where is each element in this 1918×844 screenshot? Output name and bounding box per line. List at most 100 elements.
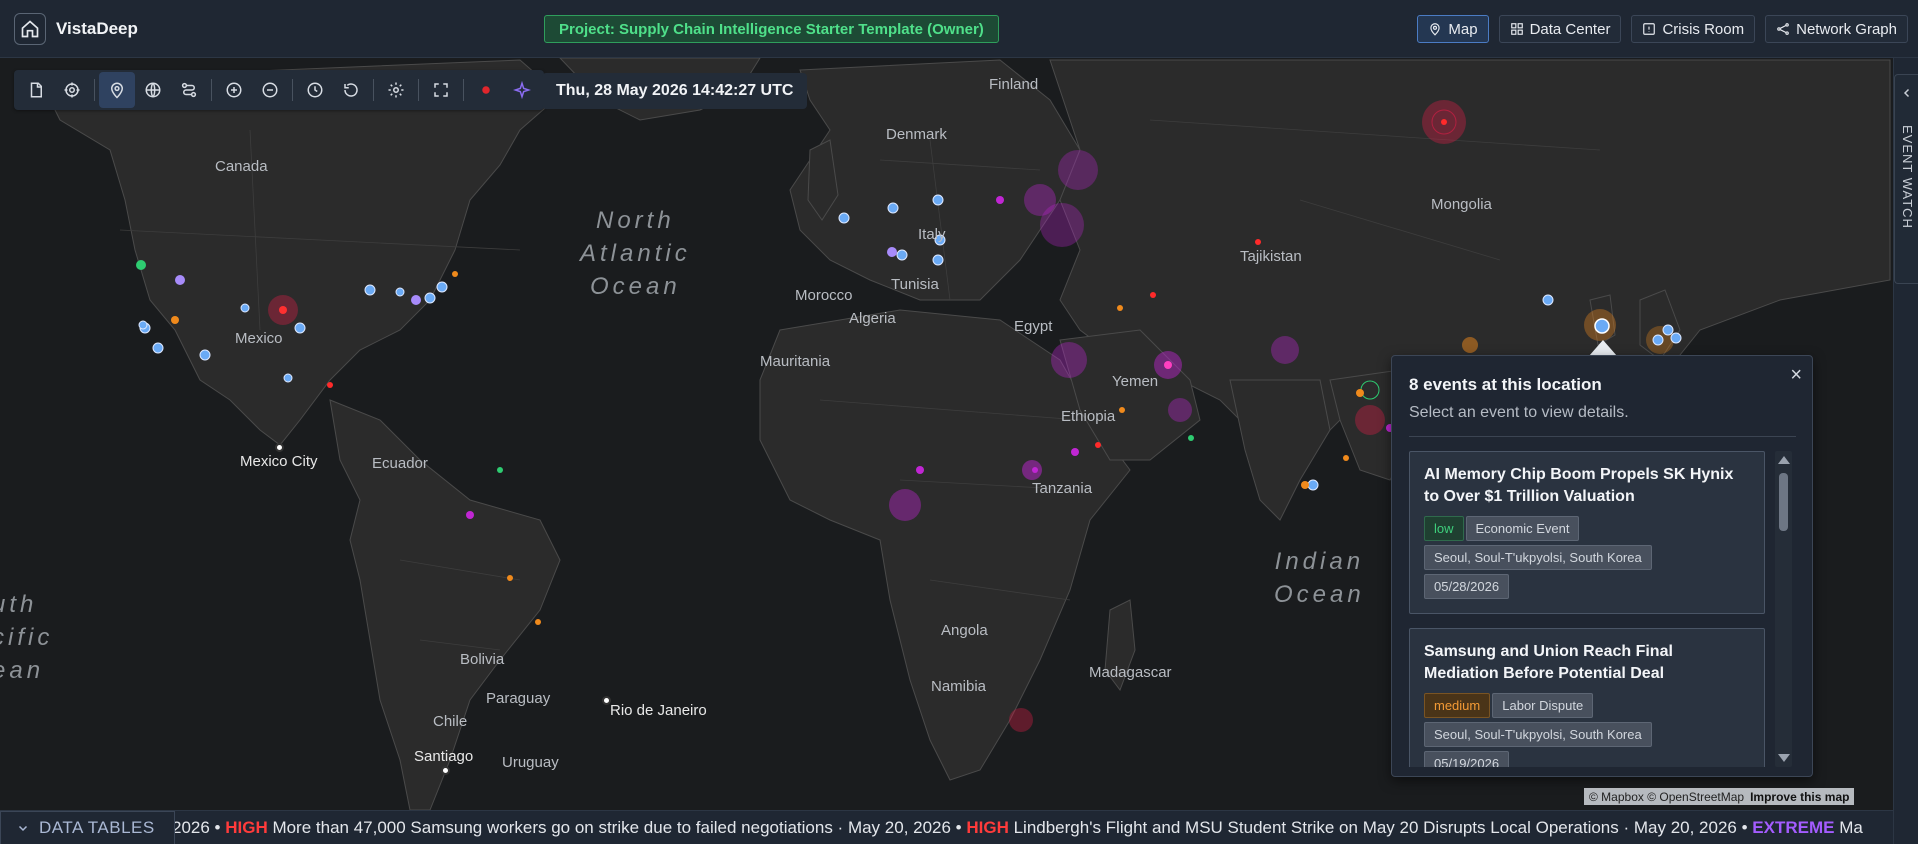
route-button[interactable] [171, 72, 207, 108]
new-file-button[interactable] [18, 72, 54, 108]
toolbar-divider [418, 79, 419, 101]
fullscreen-button[interactable] [423, 72, 459, 108]
label-mauritania: Mauritania [760, 353, 831, 370]
close-icon[interactable]: × [1790, 364, 1802, 387]
settings-button[interactable] [378, 72, 414, 108]
zoom-in-button[interactable] [216, 72, 252, 108]
chevron-down-icon [18, 825, 28, 832]
label-tajikistan: Tajikistan [1240, 248, 1302, 265]
toolbar-divider [94, 79, 95, 101]
label-morocco: Morocco [795, 287, 853, 304]
label-namibia-visible: Namibia [931, 678, 987, 695]
label-italy: Italy [918, 226, 946, 243]
nav-data-center-label: Data Center [1529, 20, 1611, 38]
category-badge: Economic Event [1465, 516, 1580, 541]
map-pin-button[interactable] [99, 72, 135, 108]
route-icon [181, 82, 197, 98]
target-button[interactable] [54, 72, 90, 108]
event-card[interactable]: Samsung and Union Reach Final Mediation … [1409, 628, 1765, 767]
popup-title: 8 events at this location [1409, 375, 1602, 394]
severity-badge: low [1424, 516, 1464, 541]
label-canada: Canada [215, 158, 268, 175]
city-santiago: Santiago [414, 748, 474, 765]
main-nav: Map Data Center Crisis Room Network Grap… [1417, 15, 1908, 43]
home-icon [21, 20, 39, 38]
label-mongolia: Mongolia [1431, 196, 1492, 213]
label-ethiopia: Ethiopia [1061, 408, 1116, 425]
ticker-item: Ma [1834, 818, 1863, 837]
event-watch-label: EVENT WATCH [1900, 125, 1915, 229]
scroll-thumb[interactable] [1779, 473, 1788, 531]
popup-subtitle: Select an event to view details. [1409, 404, 1629, 421]
clock-icon [307, 82, 323, 98]
label-mexico: Mexico [235, 330, 283, 347]
label-angola-visible: Angola [941, 622, 988, 639]
location-events-popup: 8 events at this location Select an even… [1391, 355, 1813, 777]
nav-map[interactable]: Map [1417, 15, 1489, 43]
project-badge[interactable]: Project: Supply Chain Intelligence Start… [544, 15, 999, 43]
toolbar-divider [211, 79, 212, 101]
city-mexico-city: Mexico City [240, 453, 318, 470]
ticker-item: Lindbergh's Flight and MSU Student Strik… [1008, 818, 1753, 837]
label-chile-visible: Chile [433, 713, 468, 730]
popup-pointer [1589, 340, 1617, 356]
toolbar-divider [292, 79, 293, 101]
label-ecuador: Ecuador [372, 455, 428, 472]
fullscreen-icon [434, 83, 448, 97]
target-icon [64, 82, 80, 98]
scroll-up-icon[interactable] [1778, 456, 1790, 464]
label-tanzania: Tanzania [1032, 480, 1093, 497]
ticker-severity: EXTREME [1752, 818, 1835, 837]
label-madagascar-visible: Madagascar [1089, 664, 1172, 681]
date-badge: 05/28/2026 [1424, 574, 1510, 599]
toolbar-divider [373, 79, 374, 101]
attribution-text: © Mapbox © OpenStreetMap [1589, 789, 1745, 804]
date-badge: 05/19/2026 [1424, 751, 1510, 767]
location-badge: Seoul, Soul-T'ukpyolsi, South Korea [1424, 545, 1652, 570]
label-finland: Finland [989, 76, 1039, 93]
globe-icon [145, 82, 161, 98]
ticker-severity: HIGH [225, 818, 268, 837]
event-list-scrollbar[interactable] [1775, 451, 1792, 767]
toolbar-divider [463, 79, 464, 101]
city-rio-de-janeiro: Rio de Janeiro [610, 702, 707, 719]
new-file-icon [30, 82, 42, 98]
nav-data-center[interactable]: Data Center [1498, 15, 1622, 43]
chevron-left-icon [1903, 88, 1910, 98]
zoom-out-icon [262, 82, 278, 98]
event-card[interactable]: AI Memory Chip Boom Propels SK Hynix to … [1409, 451, 1765, 614]
utc-clock: Thu, 28 May 2026 14:42:27 UTC [542, 73, 808, 109]
label-uruguay-visible: Uruguay [502, 754, 559, 771]
zoom-out-button[interactable] [252, 72, 288, 108]
clock-button[interactable] [297, 72, 333, 108]
label-denmark: Denmark [886, 126, 947, 143]
label-algeria: Algeria [849, 310, 896, 327]
reset-icon [344, 83, 358, 97]
app-title: VistaDeep [56, 19, 138, 38]
data-tables-toggle[interactable]: DATA TABLES [0, 811, 175, 844]
ticker-severity: HIGH [966, 818, 1009, 837]
record-button[interactable] [468, 72, 504, 108]
event-list[interactable]: AI Memory Chip Boom Propels SK Hynix to … [1409, 451, 1765, 767]
improve-map-link[interactable]: Improve this map [1750, 790, 1849, 804]
reset-button[interactable] [333, 72, 369, 108]
location-badge: Seoul, Soul-T'ukpyolsi, South Korea [1424, 722, 1652, 747]
sparkle-icon [513, 81, 531, 99]
label-paraguay-visible: Paraguay [486, 690, 551, 707]
crisis-icon [1643, 23, 1656, 35]
event-watch-tab[interactable]: EVENT WATCH [1894, 74, 1918, 284]
scroll-down-icon[interactable] [1778, 754, 1790, 762]
nav-network-graph[interactable]: Network Graph [1765, 15, 1908, 43]
map-attribution: © Mapbox © OpenStreetMap Improve this ma… [1584, 788, 1855, 805]
severity-badge: medium [1424, 693, 1491, 718]
ai-assist-button[interactable] [504, 72, 540, 108]
zoom-in-icon [226, 82, 242, 98]
ticker-text[interactable]: 2026 • HIGH More than 47,000 Samsung wor… [172, 818, 1863, 838]
nav-crisis-room[interactable]: Crisis Room [1631, 15, 1756, 43]
label-egypt: Egypt [1014, 318, 1053, 335]
globe-button[interactable] [135, 72, 171, 108]
map-pin-icon [1430, 23, 1441, 36]
ticker-item: More than 47,000 Samsung workers go on s… [267, 818, 967, 837]
event-title: AI Memory Chip Boom Propels SK Hynix to … [1424, 466, 1734, 505]
home-button[interactable] [14, 13, 46, 45]
